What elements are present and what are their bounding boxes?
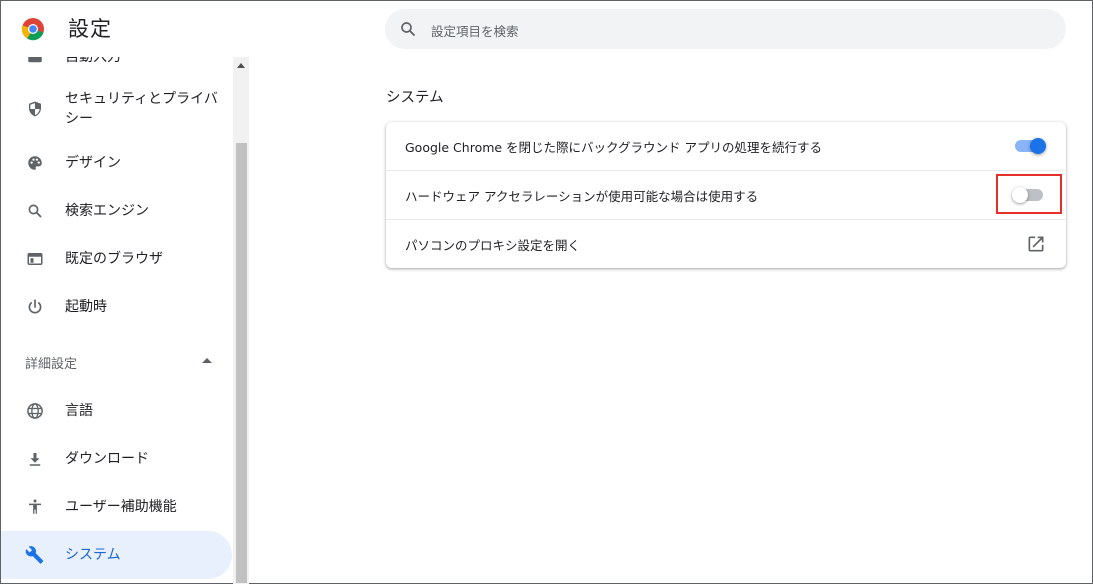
- palette-icon: [25, 153, 45, 173]
- background-apps-toggle[interactable]: [1012, 138, 1046, 154]
- sidebar-item-on-startup[interactable]: 起動時: [1, 283, 232, 331]
- download-icon: [25, 449, 45, 469]
- sidebar-item-label: システム: [65, 547, 121, 563]
- sidebar-item-label: 既定のブラウザ: [65, 251, 163, 267]
- search-input[interactable]: 設定項目を検索: [385, 9, 1066, 49]
- header: 設定 設定項目を検索: [1, 1, 1092, 57]
- highlight-annotation-box: [996, 174, 1062, 214]
- sidebar-item-label: ユーザー補助機能: [65, 499, 177, 515]
- sidebar-item-system[interactable]: システム: [1, 531, 232, 579]
- section-title: システム: [386, 90, 444, 106]
- row-label: ハードウェア アクセラレーションが使用可能な場合は使用する: [405, 189, 759, 204]
- toggle-knob: [1030, 138, 1046, 154]
- sidebar-item-security[interactable]: セキュリティとプライバ シー: [1, 81, 232, 137]
- row-label: パソコンのプロキシ設定を開く: [405, 238, 581, 253]
- sidebar-item-label-line1: セキュリティとプライバ: [65, 91, 218, 107]
- sidebar-item-label: デザイン: [65, 155, 121, 171]
- scrollbar-thumb[interactable]: [236, 143, 247, 583]
- sidebar-item-default-browser[interactable]: 既定のブラウザ: [1, 235, 232, 283]
- settings-row-hardware-acceleration[interactable]: ハードウェア アクセラレーションが使用可能な場合は使用する: [386, 170, 1066, 219]
- row-label: Google Chrome を閉じた際にバックグラウンド アプリの処理を続行する: [405, 140, 823, 155]
- caret-up-icon[interactable]: [202, 358, 212, 363]
- sidebar-item-label: セキュリティとプライバ シー: [65, 89, 218, 129]
- search-placeholder: 設定項目を検索: [431, 24, 519, 39]
- accessibility-icon: [25, 497, 45, 517]
- sidebar-item-accessibility[interactable]: ユーザー補助機能: [1, 483, 232, 531]
- wrench-icon: [25, 545, 45, 565]
- sidebar-item-label: ダウンロード: [65, 451, 149, 467]
- sidebar-item-label: 自動入力: [65, 57, 121, 65]
- sidebar-item-label: 言語: [65, 403, 93, 419]
- chrome-logo-icon: [21, 18, 44, 41]
- sidebar-item-downloads[interactable]: ダウンロード: [1, 435, 232, 483]
- sidebar-item-search-engine[interactable]: 検索エンジン: [1, 187, 232, 235]
- settings-row-background-apps[interactable]: Google Chrome を閉じた際にバックグラウンド アプリの処理を続行する: [386, 122, 1066, 170]
- autofill-icon: [25, 57, 45, 67]
- advanced-section-header[interactable]: 詳細設定: [25, 353, 77, 372]
- sidebar-item-autofill[interactable]: 自動入力: [1, 57, 232, 81]
- power-icon: [25, 297, 45, 317]
- settings-row-proxy[interactable]: パソコンのプロキシ設定を開く: [386, 219, 1066, 268]
- browser-icon: [25, 249, 45, 269]
- page-title: 設定: [68, 17, 112, 41]
- sidebar-item-appearance[interactable]: デザイン: [1, 139, 232, 187]
- search-icon: [401, 22, 415, 36]
- open-in-new-icon[interactable]: [1026, 234, 1046, 254]
- sidebar-item-languages[interactable]: 言語: [1, 387, 232, 435]
- shield-icon: [25, 99, 45, 119]
- globe-icon: [25, 401, 45, 421]
- system-settings-card: Google Chrome を閉じた際にバックグラウンド アプリの処理を続行する…: [386, 122, 1066, 268]
- sidebar: 自動入力 セキュリティとプライバ シー デザイン 検索エンジン 既定のブラウザ …: [1, 57, 249, 584]
- sidebar-item-label: 検索エンジン: [65, 203, 149, 219]
- sidebar-item-label: 起動時: [65, 299, 107, 315]
- search-icon: [25, 201, 45, 221]
- sidebar-scrollbar[interactable]: [233, 57, 249, 584]
- scroll-up-arrow-icon[interactable]: [237, 63, 245, 68]
- sidebar-item-label-line2: シー: [65, 111, 93, 127]
